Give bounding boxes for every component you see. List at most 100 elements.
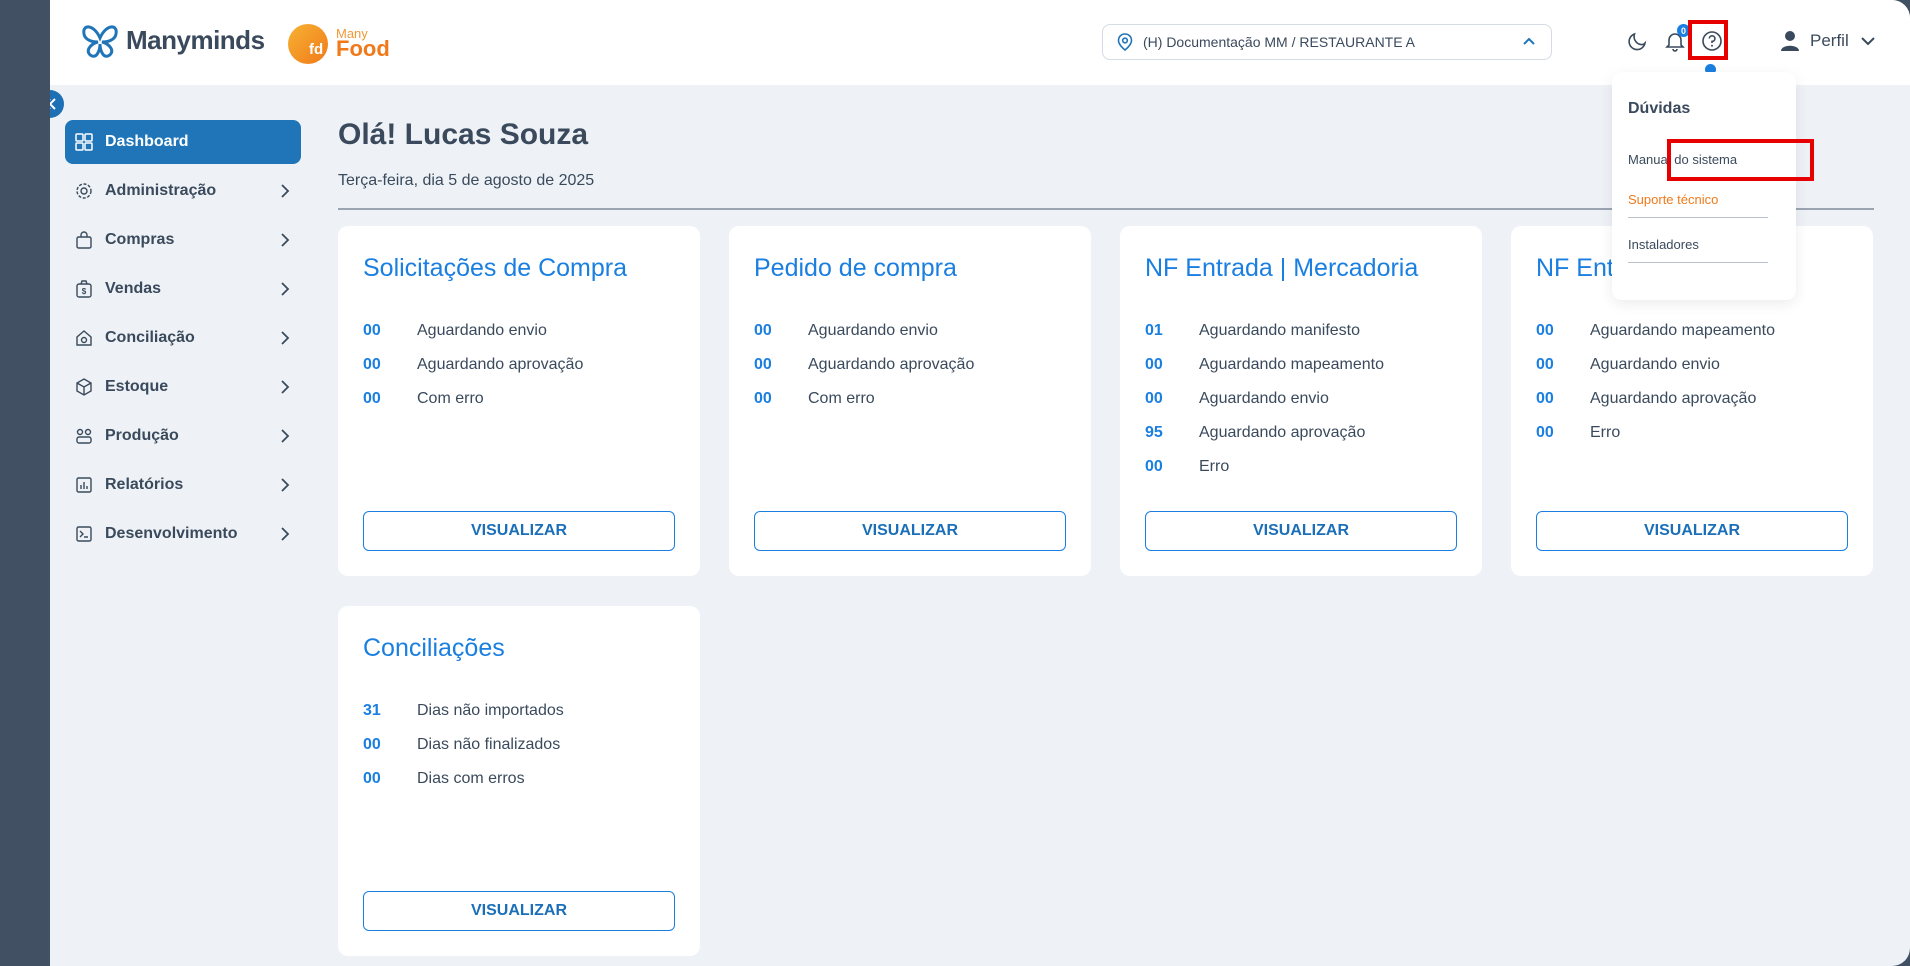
visualizar-button[interactable]: VISUALIZAR <box>363 511 675 551</box>
location-pin-icon <box>1117 33 1133 52</box>
row-label: Aguardando envio <box>1199 390 1329 407</box>
card-title: Solicitações de Compra <box>363 254 628 282</box>
card-row: 00 Com erro <box>754 382 974 416</box>
double-chevron-left-icon <box>50 98 56 110</box>
help-dropdown-title: Dúvidas <box>1628 100 1691 117</box>
report-icon <box>75 476 93 494</box>
sidebar-item-administracao[interactable]: Administração <box>65 169 301 213</box>
gear-icon <box>75 182 93 200</box>
row-label: Aguardando envio <box>808 322 938 339</box>
row-label: Com erro <box>808 390 875 407</box>
card-row: 00 Dias com erros <box>363 762 564 796</box>
sidebar-item-conciliacao[interactable]: Conciliação <box>65 316 301 360</box>
card-title: NF Entrada | Mercadoria <box>1145 254 1419 282</box>
card-row: 00 Aguardando envio <box>363 314 583 348</box>
location-selector[interactable]: (H) Documentação MM / RESTAURANTE A <box>1102 24 1552 60</box>
sidebar-item-label: Vendas <box>105 280 162 297</box>
sidebar-item-estoque[interactable]: Estoque <box>65 365 301 409</box>
help-dropdown: Dúvidas Manual do sistema Suporte técnic… <box>1612 72 1796 300</box>
chevron-right-icon <box>281 282 290 296</box>
row-count: 00 <box>1536 356 1554 373</box>
row-label: Aguardando aprovação <box>1199 424 1366 441</box>
chevron-right-icon <box>281 184 290 198</box>
visualizar-button[interactable]: VISUALIZAR <box>363 891 675 931</box>
row-count: 00 <box>1536 322 1554 339</box>
row-label: Aguardando aprovação <box>808 356 975 373</box>
row-label: Erro <box>1590 424 1621 441</box>
sidebar-item-compras[interactable]: Compras <box>65 218 301 262</box>
profile-label: Perfil <box>1810 31 1849 50</box>
row-count: 00 <box>1536 424 1554 441</box>
row-count: 00 <box>363 356 381 373</box>
manyfood-logo: fd Many Food <box>288 20 390 64</box>
production-icon <box>75 427 93 445</box>
row-count: 00 <box>363 736 381 753</box>
collapse-sidebar-button[interactable] <box>50 90 64 118</box>
row-count: 00 <box>1145 458 1163 475</box>
card-row: 00 Aguardando envio <box>1145 382 1384 416</box>
card-row: 95 Aguardando aprovação <box>1145 416 1384 450</box>
row-count: 95 <box>1145 424 1163 441</box>
sidebar-item-label: Desenvolvimento <box>105 525 238 542</box>
row-count: 00 <box>363 322 381 339</box>
current-date: Terça-feira, dia 5 de agosto de 2025 <box>338 172 595 189</box>
card-row: 00 Erro <box>1145 450 1384 484</box>
row-count: 00 <box>754 322 772 339</box>
menu-item-suporte[interactable]: Suporte técnico <box>1628 192 1768 218</box>
sidebar-item-label: Compras <box>105 231 175 248</box>
card-row: 00 Aguardando aprovação <box>1536 382 1775 416</box>
box-icon <box>75 378 93 396</box>
visualizar-button[interactable]: VISUALIZAR <box>1145 511 1457 551</box>
row-label: Dias não finalizados <box>417 736 561 753</box>
bag-icon <box>75 231 93 249</box>
dashboard-icon <box>75 133 93 151</box>
food-logo-mark: fd <box>309 41 324 58</box>
sidebar-item-relatorios[interactable]: Relatórios <box>65 463 301 507</box>
row-label: Dias com erros <box>417 770 525 787</box>
row-label: Erro <box>1199 458 1230 475</box>
sidebar-item-label: Dashboard <box>105 133 189 150</box>
page-title: Olá! Lucas Souza <box>338 118 589 151</box>
location-text: (H) Documentação MM / RESTAURANTE A <box>1143 34 1416 50</box>
card-row: 00 Aguardando mapeamento <box>1536 314 1775 348</box>
money-icon: $ <box>75 280 93 298</box>
card-row: 00 Aguardando envio <box>1536 348 1775 382</box>
moon-icon <box>1628 32 1647 51</box>
card-title: Conciliações <box>363 634 505 662</box>
card-row: 00 Com erro <box>363 382 583 416</box>
sidebar-item-producao[interactable]: Produção <box>65 414 301 458</box>
sidebar-item-label: Produção <box>105 427 179 444</box>
card-title: NF Ent <box>1536 254 1614 282</box>
card-pedido-compra: Pedido de compra 00 Aguardando envio 00 Ag… <box>729 226 1091 576</box>
sidebar-item-label: Conciliação <box>105 329 195 346</box>
manyminds-logo[interactable]: Manyminds <box>80 20 265 60</box>
visualizar-button[interactable]: VISUALIZAR <box>1536 511 1848 551</box>
chevron-up-icon <box>1523 37 1535 45</box>
notifications-button[interactable]: 0 <box>1662 24 1690 54</box>
row-label: Aguardando mapeamento <box>1590 322 1776 339</box>
menu-item-instaladores[interactable]: Instaladores <box>1628 237 1768 263</box>
dark-mode-toggle[interactable] <box>1625 28 1651 54</box>
food-logo-big: Food <box>336 36 390 61</box>
row-count: 00 <box>1145 356 1163 373</box>
row-label: Aguardando manifesto <box>1199 322 1360 339</box>
row-count: 00 <box>363 770 381 787</box>
card-nf-entrada-mercadoria: NF Entrada | Mercadoria 01 Aguardando man… <box>1120 226 1482 576</box>
sidebar-item-dashboard[interactable]: Dashboard <box>65 120 301 164</box>
help-highlight-box <box>1688 20 1728 60</box>
sidebar-item-label: Administração <box>105 182 217 199</box>
card-row: 00 Aguardando envio <box>754 314 974 348</box>
card-row: 00 Aguardando aprovação <box>363 348 583 382</box>
sidebar-item-desenvolvimento[interactable]: Desenvolvimento <box>65 512 301 556</box>
chevron-down-icon <box>1861 37 1875 46</box>
sidebar-item-vendas[interactable]: $ Vendas <box>65 267 301 311</box>
row-label: Aguardando envio <box>1590 356 1720 373</box>
row-label: Aguardando aprovação <box>417 356 584 373</box>
visualizar-button[interactable]: VISUALIZAR <box>754 511 1066 551</box>
user-icon <box>1781 31 1799 51</box>
card-solicitacoes-compra: Solicitações de Compra 00 Aguardando envi… <box>338 226 700 576</box>
terminal-icon <box>75 525 93 543</box>
profile-menu[interactable]: Perfil <box>1780 30 1877 52</box>
butterfly-icon <box>82 25 118 58</box>
row-count: 00 <box>1536 390 1554 407</box>
